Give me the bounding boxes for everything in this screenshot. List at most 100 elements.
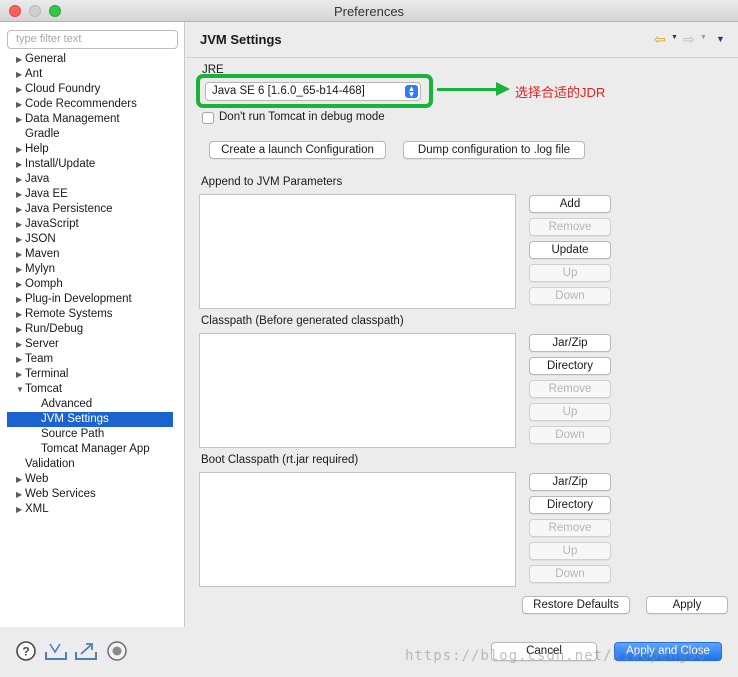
classpath-list[interactable] bbox=[199, 333, 516, 448]
classpath-remove-button[interactable]: Remove bbox=[529, 380, 611, 398]
export-icon[interactable] bbox=[74, 640, 98, 662]
record-icon[interactable] bbox=[106, 640, 128, 662]
expand-arrow-icon[interactable]: ▶ bbox=[16, 157, 22, 172]
tree-item-java[interactable]: ▶ Java bbox=[0, 172, 185, 187]
tree-item-web-services[interactable]: ▶ Web Services bbox=[0, 487, 185, 502]
tree-item-remote-systems[interactable]: ▶ Remote Systems bbox=[0, 307, 185, 322]
tree-item-cloud-foundry[interactable]: ▶ Cloud Foundry bbox=[0, 82, 185, 97]
expand-arrow-icon[interactable]: ▶ bbox=[16, 337, 22, 352]
tree-item-jvm-settings[interactable]: JVM Settings bbox=[7, 412, 173, 427]
expand-arrow-icon[interactable]: ▶ bbox=[16, 67, 22, 82]
expand-arrow-icon[interactable]: ▶ bbox=[16, 292, 22, 307]
expand-arrow-icon[interactable]: ▶ bbox=[16, 472, 22, 487]
expand-arrow-icon[interactable]: ▶ bbox=[16, 142, 22, 157]
import-icon[interactable] bbox=[44, 640, 68, 662]
tree-item-oomph[interactable]: ▶ Oomph bbox=[0, 277, 185, 292]
help-icon[interactable]: ? bbox=[15, 640, 37, 662]
expand-arrow-icon[interactable]: ▶ bbox=[16, 97, 22, 112]
expand-arrow-icon[interactable]: ▶ bbox=[16, 217, 22, 232]
debug-mode-checkbox[interactable] bbox=[202, 112, 214, 124]
preferences-tree: ▶ General ▶ Ant ▶ Cloud Foundry ▶ Code Recom… bbox=[0, 52, 185, 517]
create-launch-config-button[interactable]: Create a launch Configuration bbox=[209, 141, 386, 159]
back-arrow-icon[interactable]: ⇦ bbox=[654, 31, 666, 48]
filter-input[interactable]: type filter text bbox=[7, 30, 178, 49]
tree-item-run-debug[interactable]: ▶ Run/Debug bbox=[0, 322, 185, 337]
tree-item-source-path[interactable]: Source Path bbox=[0, 427, 185, 442]
expand-arrow-icon[interactable]: ▶ bbox=[16, 322, 22, 337]
tree-item-javascript[interactable]: ▶ JavaScript bbox=[0, 217, 185, 232]
back-dropdown-icon[interactable]: ▼ bbox=[671, 34, 678, 41]
preferences-tree-pane: type filter text ▶ General ▶ Ant ▶ Cloud Fo… bbox=[0, 22, 185, 627]
tree-item-tomcat-manager-app[interactable]: Tomcat Manager App bbox=[0, 442, 185, 457]
title-bar: Preferences bbox=[0, 0, 738, 22]
jvm-params-remove-button[interactable]: Remove bbox=[529, 218, 611, 236]
expand-arrow-icon[interactable]: ▶ bbox=[16, 82, 22, 97]
tree-item-java-persistence[interactable]: ▶ Java Persistence bbox=[0, 202, 185, 217]
tree-item-web[interactable]: ▶ Web bbox=[0, 472, 185, 487]
expand-arrow-icon[interactable]: ▶ bbox=[16, 352, 22, 367]
tree-item-server[interactable]: ▶ Server bbox=[0, 337, 185, 352]
tree-item-data-management[interactable]: ▶ Data Management bbox=[0, 112, 185, 127]
classpath-up-button[interactable]: Up bbox=[529, 403, 611, 421]
jvm-params-up-button[interactable]: Up bbox=[529, 264, 611, 282]
annotation-text: 选择合适的JDR bbox=[515, 85, 606, 100]
forward-dropdown-icon[interactable]: ▼ bbox=[700, 34, 707, 41]
tree-item-help[interactable]: ▶ Help bbox=[0, 142, 185, 157]
tree-item-java-ee[interactable]: ▶ Java EE bbox=[0, 187, 185, 202]
jvm-params-label: Append to JVM Parameters bbox=[201, 176, 343, 188]
tree-item-code-recommenders[interactable]: ▶ Code Recommenders bbox=[0, 97, 185, 112]
boot-classpath-directory-button[interactable]: Directory bbox=[529, 496, 611, 514]
jvm-params-add-button[interactable]: Add bbox=[529, 195, 611, 213]
tree-item-tomcat[interactable]: ▼ Tomcat bbox=[0, 382, 185, 397]
expand-arrow-icon[interactable]: ▶ bbox=[16, 232, 22, 247]
expand-arrow-icon[interactable]: ▶ bbox=[16, 202, 22, 217]
tree-item-mylyn[interactable]: ▶ Mylyn bbox=[0, 262, 185, 277]
boot-classpath-down-button[interactable]: Down bbox=[529, 565, 611, 583]
classpath-jarzip-button[interactable]: Jar/Zip bbox=[529, 334, 611, 352]
expand-arrow-icon[interactable]: ▶ bbox=[16, 367, 22, 382]
expand-arrow-icon[interactable]: ▶ bbox=[16, 247, 22, 262]
expand-arrow-icon[interactable]: ▶ bbox=[16, 112, 22, 127]
expand-arrow-icon[interactable]: ▶ bbox=[16, 187, 22, 202]
view-menu-icon[interactable]: ▼ bbox=[716, 34, 725, 44]
debug-mode-label: Don't run Tomcat in debug mode bbox=[219, 111, 385, 123]
expand-arrow-icon[interactable]: ▶ bbox=[16, 307, 22, 322]
expand-arrow-icon[interactable]: ▶ bbox=[16, 172, 22, 187]
page-header: JVM Settings ⇦ ▼ ⇨ ▼ ▼ bbox=[186, 22, 738, 58]
boot-classpath-remove-button[interactable]: Remove bbox=[529, 519, 611, 537]
expand-arrow-icon[interactable]: ▶ bbox=[16, 52, 22, 67]
dump-config-button[interactable]: Dump configuration to .log file bbox=[403, 141, 585, 159]
expand-arrow-icon[interactable]: ▶ bbox=[16, 277, 22, 292]
classpath-directory-button[interactable]: Directory bbox=[529, 357, 611, 375]
tree-item-advanced[interactable]: Advanced bbox=[0, 397, 185, 412]
expand-arrow-icon[interactable]: ▶ bbox=[16, 487, 22, 502]
boot-classpath-list[interactable] bbox=[199, 472, 516, 587]
tree-item-xml[interactable]: ▶ XML bbox=[0, 502, 185, 517]
tree-item-ant[interactable]: ▶ Ant bbox=[0, 67, 185, 82]
classpath-label: Classpath (Before generated classpath) bbox=[201, 315, 404, 327]
jvm-params-update-button[interactable]: Update bbox=[529, 241, 611, 259]
page-title: JVM Settings bbox=[200, 32, 282, 47]
restore-defaults-button[interactable]: Restore Defaults bbox=[522, 596, 630, 614]
expand-arrow-icon[interactable]: ▶ bbox=[16, 502, 22, 517]
tree-item-terminal[interactable]: ▶ Terminal bbox=[0, 367, 185, 382]
apply-button[interactable]: Apply bbox=[646, 596, 728, 614]
jvm-params-down-button[interactable]: Down bbox=[529, 287, 611, 305]
tree-item-maven[interactable]: ▶ Maven bbox=[0, 247, 185, 262]
tree-item-validation[interactable]: Validation bbox=[0, 457, 185, 472]
tree-item-gradle[interactable]: Gradle bbox=[0, 127, 185, 142]
annotation-arrow-icon bbox=[437, 88, 497, 91]
classpath-down-button[interactable]: Down bbox=[529, 426, 611, 444]
jvm-params-list[interactable] bbox=[199, 194, 516, 309]
expand-arrow-icon[interactable]: ▶ bbox=[16, 262, 22, 277]
forward-arrow-icon[interactable]: ⇨ bbox=[683, 31, 695, 48]
boot-classpath-jarzip-button[interactable]: Jar/Zip bbox=[529, 473, 611, 491]
tree-item-json[interactable]: ▶ JSON bbox=[0, 232, 185, 247]
tree-item-install-update[interactable]: ▶ Install/Update bbox=[0, 157, 185, 172]
tree-item-team[interactable]: ▶ Team bbox=[0, 352, 185, 367]
tree-item-general[interactable]: ▶ General bbox=[0, 52, 185, 67]
boot-classpath-up-button[interactable]: Up bbox=[529, 542, 611, 560]
svg-text:?: ? bbox=[22, 645, 29, 659]
collapse-arrow-icon[interactable]: ▼ bbox=[16, 382, 24, 397]
tree-item-plugin-development[interactable]: ▶ Plug-in Development bbox=[0, 292, 185, 307]
